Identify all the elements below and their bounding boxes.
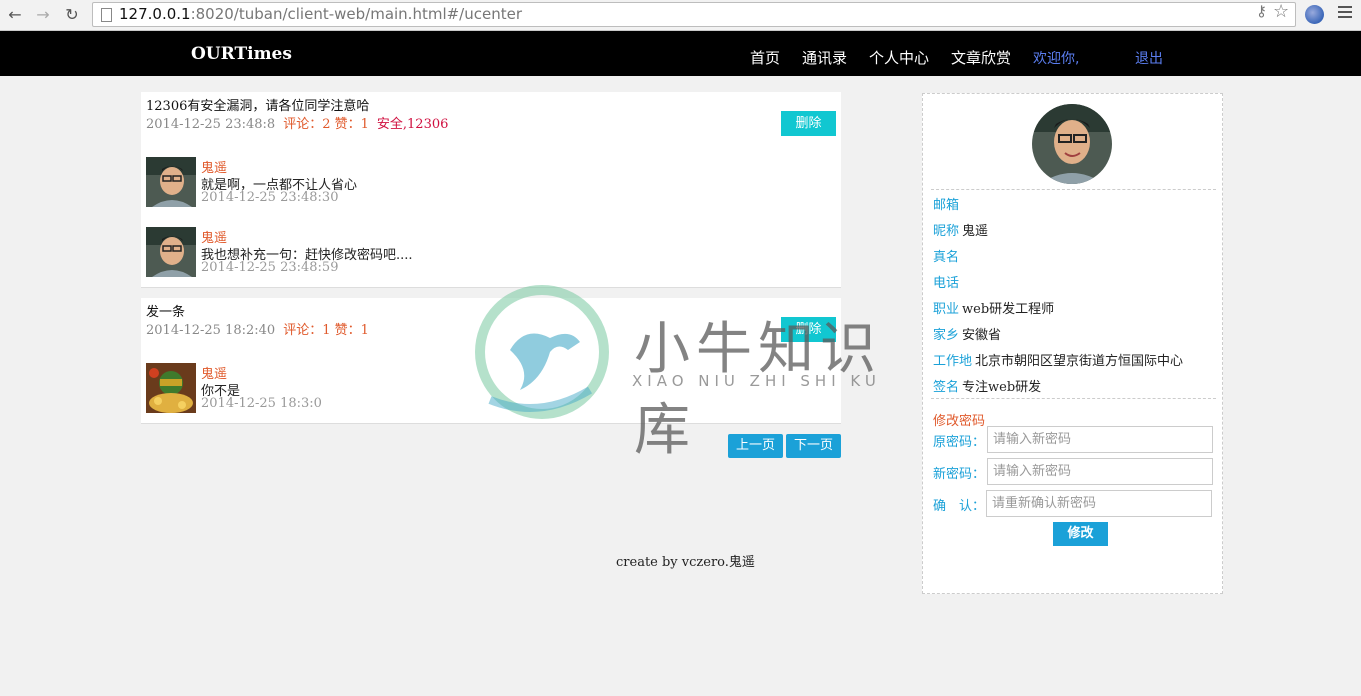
url-host: 127.0.0.1 (119, 5, 191, 23)
field-value: 专注web研发 (962, 380, 1042, 395)
post-card: 12306有安全漏洞，请各位同学注意哈 2014-12-25 23:48:8 评论… (141, 92, 841, 288)
comment-time: 2014-12-25 23:48:30 (201, 190, 339, 205)
profile-avatar (1032, 104, 1112, 184)
brand-logo[interactable]: OURTimes (191, 44, 292, 64)
address-bar[interactable]: 127.0.0.1:8020/tuban/client-web/main.htm… (92, 2, 1296, 27)
profile-field-email: 邮箱 (933, 194, 962, 213)
avatar (146, 227, 196, 277)
divider (931, 398, 1216, 399)
extension-icon[interactable] (1305, 5, 1324, 24)
confirm-password-label: 确 认： (933, 499, 986, 514)
field-label: 签名 (933, 380, 960, 395)
old-password-label: 原密码： (933, 435, 986, 450)
site-navbar: OURTimes 首页 通讯录 个人中心 文章欣赏 欢迎你, 退出 (0, 31, 1361, 76)
profile-field-workplace: 工作地 北京市朝阳区望京街道方恒国际中心 (933, 350, 1183, 369)
field-label: 家乡 (933, 328, 960, 343)
url-path: :8020/tuban/client-web/main.html#/ucente… (190, 5, 523, 23)
comment-item: 鬼遥 你不是 2014-12-25 18:3:0 (146, 363, 826, 415)
profile-field-phone: 电话 (933, 272, 962, 291)
menu-icon[interactable] (1338, 6, 1352, 21)
comment-item: 鬼遥 我也想补充一句：赶快修改密码吧.... 2014-12-25 23:48:… (146, 227, 826, 279)
logout-link[interactable]: 退出 (1135, 48, 1163, 68)
field-label: 真名 (933, 250, 960, 265)
delete-button[interactable]: 删除 (781, 317, 836, 342)
new-password-input[interactable] (987, 458, 1213, 485)
forward-icon[interactable]: → (33, 5, 53, 25)
field-value: 鬼遥 (962, 224, 989, 239)
new-password-label: 新密码： (933, 467, 986, 482)
browser-toolbar: ← → ↻ 127.0.0.1:8020/tuban/client-web/ma… (0, 0, 1361, 31)
profile-card: 邮箱 昵称 鬼遥 真名 电话 职业 web研发工程师 家乡 安徽省 工作地 北京市朝阳区… (922, 93, 1223, 594)
nav-home[interactable]: 首页 (750, 47, 780, 68)
field-value: web研发工程师 (962, 302, 1055, 317)
post-tags: 安全,12306 (376, 117, 449, 132)
field-label: 电话 (933, 276, 960, 291)
key-icon[interactable]: ⚷ (1256, 2, 1267, 20)
post-title: 发一条 (146, 305, 186, 320)
prev-page-button[interactable]: 上一页 (728, 434, 783, 458)
bookmark-star-icon[interactable]: ☆ (1273, 1, 1289, 22)
post-time: 2014-12-25 23:48:8 (146, 117, 276, 132)
post-stats[interactable]: 评论：1 赞：1 (283, 323, 369, 338)
reload-icon[interactable]: ↻ (62, 5, 82, 25)
next-page-button[interactable]: 下一页 (786, 434, 841, 458)
old-password-input[interactable] (987, 426, 1213, 453)
post-time: 2014-12-25 18:2:40 (146, 323, 276, 338)
post-meta: 2014-12-25 23:48:8 评论：2 赞：1 安全,12306 (146, 113, 448, 132)
field-label: 工作地 (933, 354, 973, 369)
field-value: 北京市朝阳区望京街道方恒国际中心 (975, 354, 1184, 369)
field-label: 职业 (933, 302, 960, 317)
delete-button[interactable]: 删除 (781, 111, 836, 136)
post-stats[interactable]: 评论：2 赞：1 (283, 117, 369, 132)
comment-time: 2014-12-25 18:3:0 (201, 396, 322, 411)
profile-field-nickname: 昵称 鬼遥 (933, 220, 988, 239)
page-icon (101, 8, 112, 22)
confirm-password-input[interactable] (986, 490, 1212, 517)
profile-field-hometown: 家乡 安徽省 (933, 324, 1001, 343)
welcome-text: 欢迎你, (1033, 51, 1080, 67)
field-value: 安徽省 (962, 328, 1002, 343)
back-icon[interactable]: ← (5, 5, 25, 25)
avatar (146, 157, 196, 207)
post-title: 12306有安全漏洞，请各位同学注意哈 (146, 99, 370, 114)
footer-credit: create by vczero.鬼遥 (616, 555, 755, 570)
avatar (146, 363, 196, 413)
comment-time: 2014-12-25 23:48:59 (201, 260, 339, 275)
field-label: 邮箱 (933, 198, 960, 213)
post-card: 发一条 2014-12-25 18:2:40 评论：1 赞：1 删除 鬼遥 你不是… (141, 298, 841, 424)
submit-password-button[interactable]: 修改 (1053, 522, 1108, 546)
nav-user-center[interactable]: 个人中心 (869, 47, 929, 68)
nav-contacts[interactable]: 通讯录 (802, 47, 847, 68)
nav-articles[interactable]: 文章欣赏 (951, 47, 1011, 68)
post-meta: 2014-12-25 18:2:40 评论：1 赞：1 (146, 319, 369, 338)
profile-field-signature: 签名 专注web研发 (933, 376, 1041, 395)
field-label: 昵称 (933, 224, 960, 239)
comment-item: 鬼遥 就是啊，一点都不让人省心 2014-12-25 23:48:30 (146, 157, 826, 209)
profile-field-realname: 真名 (933, 246, 962, 265)
change-password-title: 修改密码 (933, 414, 986, 429)
divider (931, 189, 1216, 190)
profile-field-job: 职业 web研发工程师 (933, 298, 1054, 317)
